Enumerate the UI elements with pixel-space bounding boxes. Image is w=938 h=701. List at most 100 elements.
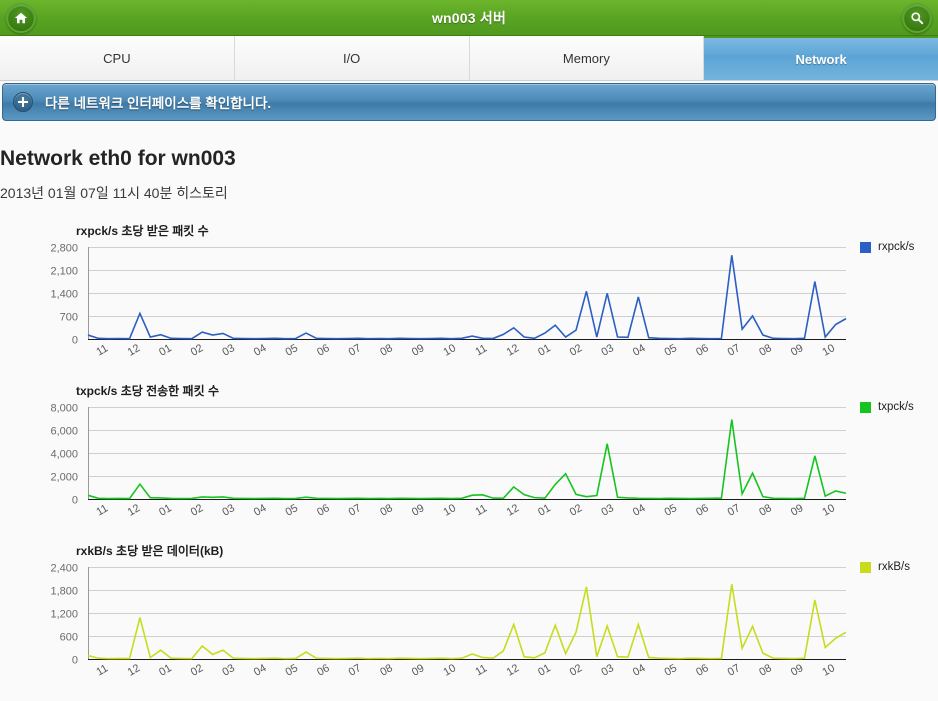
- chart-rxpck-plot: rxpck/s 초당 받은 패킷 수 0 700 1,400 2,100 2,800 11 1…: [50, 223, 847, 359]
- svg-text:03: 03: [220, 662, 237, 679]
- svg-text:07: 07: [347, 662, 364, 679]
- svg-text:10: 10: [441, 662, 458, 679]
- svg-text:05: 05: [283, 502, 300, 519]
- svg-text:11: 11: [473, 342, 489, 358]
- svg-text:06: 06: [694, 342, 711, 359]
- svg-text:11: 11: [94, 502, 110, 518]
- svg-text:04: 04: [631, 342, 648, 359]
- svg-text:2,000: 2,000: [50, 472, 78, 484]
- tab-io[interactable]: I/O: [234, 36, 470, 80]
- svg-text:07: 07: [726, 662, 743, 679]
- svg-text:11: 11: [473, 662, 489, 678]
- svg-text:07: 07: [726, 502, 743, 519]
- legend-swatch-txpck: [860, 401, 871, 413]
- chart-rxkb-plot: rxkB/s 초당 받은 데이터(kB) 0 600 1,200 1,800 2,400 1…: [50, 543, 847, 679]
- svg-text:02: 02: [189, 342, 206, 359]
- svg-text:10: 10: [441, 502, 458, 519]
- svg-text:09: 09: [410, 662, 427, 679]
- svg-text:10: 10: [441, 342, 458, 359]
- legend-txpck[interactable]: txpck/s: [860, 401, 914, 413]
- svg-text:07: 07: [347, 342, 364, 359]
- chart-txpck-plot: txpck/s 초당 전송한 패킷 수 0 2,000 4,000 6,000 8,000…: [50, 383, 847, 519]
- tab-io-label: I/O: [342, 50, 361, 66]
- svg-text:02: 02: [568, 502, 585, 519]
- svg-text:12: 12: [505, 502, 522, 519]
- svg-text:10: 10: [820, 502, 837, 519]
- svg-text:03: 03: [599, 662, 616, 679]
- svg-text:05: 05: [662, 502, 679, 519]
- svg-text:08: 08: [757, 342, 774, 359]
- legend-swatch-rxkb: [860, 561, 871, 573]
- report-title: Network eth0 for wn003: [0, 147, 236, 170]
- svg-text:01: 01: [157, 502, 174, 519]
- svg-text:06: 06: [315, 662, 332, 679]
- svg-text:03: 03: [220, 502, 237, 519]
- svg-text:11: 11: [94, 662, 110, 678]
- svg-text:4,000: 4,000: [50, 449, 78, 461]
- svg-text:10: 10: [820, 662, 837, 679]
- legend-rxpck[interactable]: rxpck/s: [860, 241, 914, 253]
- svg-text:12: 12: [126, 662, 143, 679]
- report-subtitle: 2013년 01월 07일 11시 40분 히스토리: [0, 185, 228, 201]
- svg-text:rxpck/s 초당 받은 패킷 수: rxpck/s 초당 받은 패킷 수: [76, 223, 209, 238]
- svg-text:04: 04: [631, 662, 648, 679]
- page-title: wn003 서버: [431, 9, 507, 26]
- tab-cpu-label: CPU: [103, 50, 131, 66]
- chart-txpck: txpck/s 초당 전송한 패킷 수 0 2,000 4,000 6,000 8,000…: [0, 381, 938, 541]
- svg-text:10: 10: [820, 342, 837, 359]
- other-interfaces-banner[interactable]: 다른 네트워크 인터페이스를 확인합니다.: [2, 83, 936, 121]
- svg-text:09: 09: [789, 502, 806, 519]
- svg-text:1,400: 1,400: [50, 289, 78, 301]
- tab-bar: CPU I/O Memory Network: [0, 36, 938, 81]
- svg-text:05: 05: [283, 662, 300, 679]
- search-button[interactable]: [902, 3, 932, 33]
- svg-text:09: 09: [789, 342, 806, 359]
- svg-text:06: 06: [315, 502, 332, 519]
- svg-text:12: 12: [126, 502, 143, 519]
- search-icon: [910, 11, 924, 25]
- chart-rxpck: rxpck/s 초당 받은 패킷 수 0 700 1,400 2,100 2,800 11 1…: [0, 221, 938, 381]
- svg-text:rxkB/s 초당 받은 데이터(kB): rxkB/s 초당 받은 데이터(kB): [76, 543, 223, 558]
- svg-text:04: 04: [252, 662, 269, 679]
- svg-text:08: 08: [378, 662, 395, 679]
- svg-text:12: 12: [126, 342, 143, 359]
- svg-text:8,000: 8,000: [50, 403, 78, 415]
- plus-circle-icon: [13, 92, 33, 112]
- tab-network[interactable]: Network: [704, 36, 938, 80]
- legend-label-txpck: txpck/s: [878, 401, 914, 413]
- home-button[interactable]: [6, 3, 36, 33]
- svg-text:01: 01: [536, 342, 553, 359]
- charts-container: rxpck/s 초당 받은 패킷 수 0 700 1,400 2,100 2,800 11 1…: [0, 221, 938, 701]
- svg-text:1,800: 1,800: [50, 586, 78, 598]
- legend-swatch-rxpck: [860, 241, 871, 253]
- svg-text:07: 07: [347, 502, 364, 519]
- svg-text:2,400: 2,400: [50, 563, 78, 575]
- svg-text:2,100: 2,100: [50, 266, 78, 278]
- legend-label-rxkb: rxkB/s: [878, 561, 910, 573]
- svg-text:6,000: 6,000: [50, 426, 78, 438]
- tab-cpu[interactable]: CPU: [0, 36, 235, 80]
- home-icon: [14, 11, 28, 25]
- svg-text:08: 08: [757, 502, 774, 519]
- svg-text:600: 600: [60, 632, 78, 644]
- tab-network-label: Network: [795, 51, 847, 67]
- svg-text:01: 01: [157, 662, 174, 679]
- svg-text:01: 01: [157, 342, 174, 359]
- svg-text:11: 11: [94, 342, 110, 358]
- svg-text:0: 0: [72, 495, 78, 507]
- svg-text:06: 06: [694, 662, 711, 679]
- svg-text:01: 01: [536, 502, 553, 519]
- legend-rxkb[interactable]: rxkB/s: [860, 561, 910, 573]
- svg-text:07: 07: [726, 342, 743, 359]
- svg-text:1,200: 1,200: [50, 609, 78, 621]
- svg-text:03: 03: [220, 342, 237, 359]
- svg-text:700: 700: [60, 312, 78, 324]
- svg-text:04: 04: [252, 342, 269, 359]
- other-interfaces-label: 다른 네트워크 인터페이스를 확인합니다.: [45, 96, 272, 111]
- svg-text:08: 08: [378, 342, 395, 359]
- svg-text:06: 06: [694, 502, 711, 519]
- svg-text:08: 08: [757, 662, 774, 679]
- svg-text:02: 02: [568, 662, 585, 679]
- svg-text:04: 04: [631, 502, 648, 519]
- tab-memory[interactable]: Memory: [469, 36, 705, 80]
